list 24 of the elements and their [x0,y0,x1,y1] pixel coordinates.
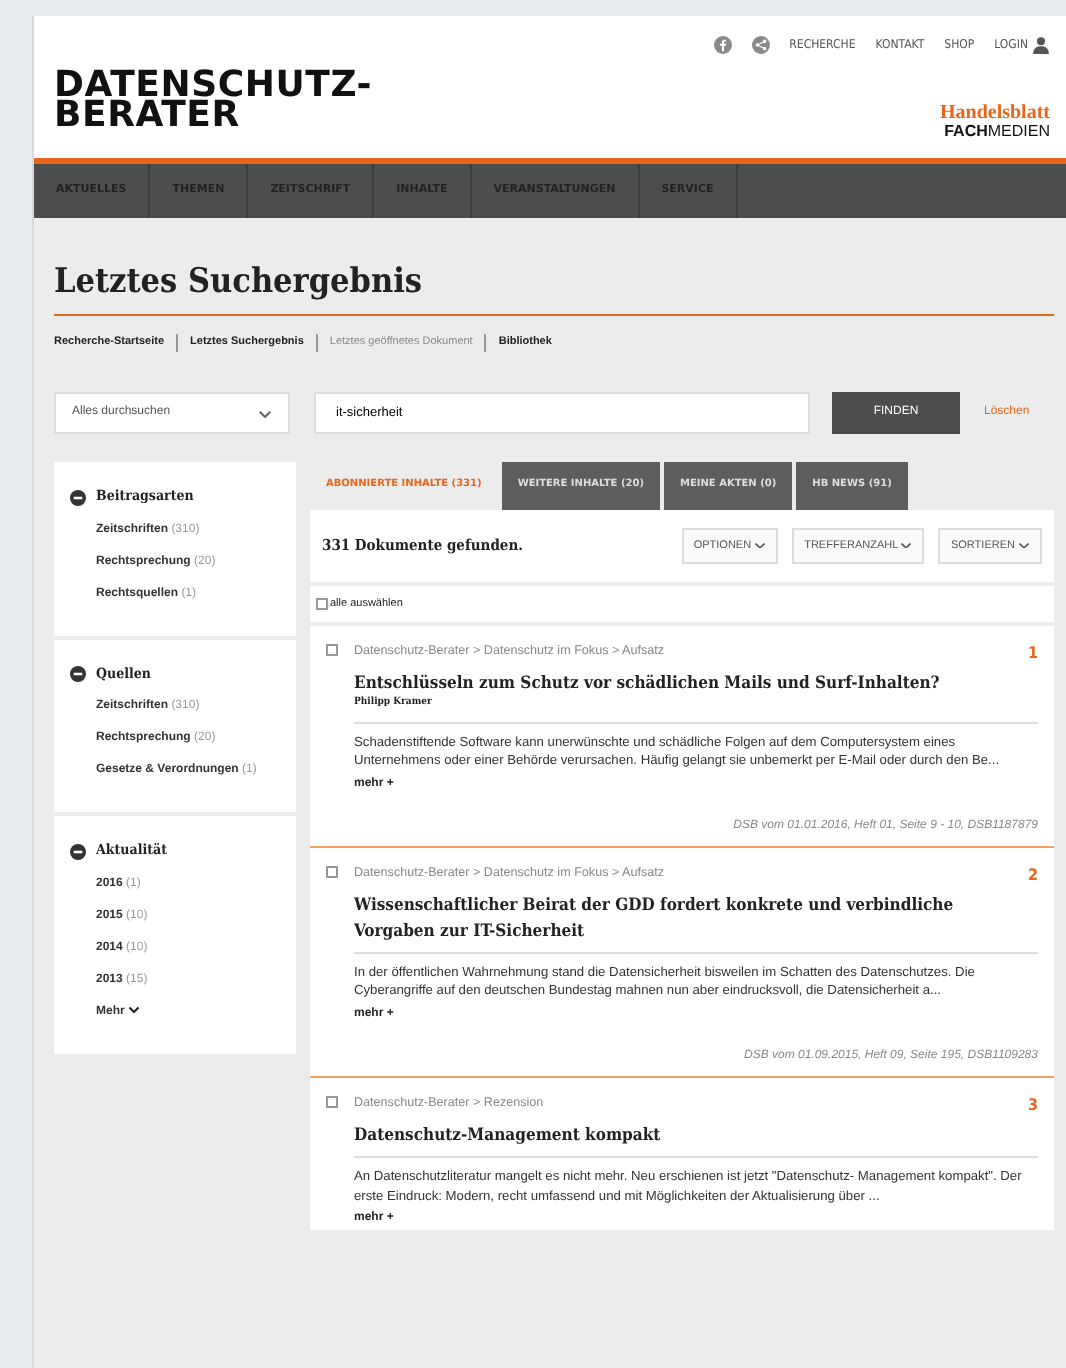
minus-circle-icon[interactable] [70,843,86,860]
chevron-down-icon [128,1006,141,1015]
result-number: 1 [1027,642,1038,667]
chevron-down-icon [1018,541,1030,549]
checkbox[interactable] [316,598,328,611]
checkbox[interactable] [326,866,338,879]
result-title[interactable]: Wissenschaftlicher Beirat der GDD fordert konkrete und verbindliche Vorgaben zur IT-Sicherheit [354,894,1038,946]
result-number: 2 [1027,864,1038,889]
result-title[interactable]: Entschlüsseln zum Schutz vor schädlichen Mails und Surf-Inhalten? [354,672,1038,699]
chevron-down-icon [754,541,767,549]
chevron-down-icon [258,409,272,419]
user-icon [1032,36,1050,54]
publisher-logo[interactable]: Handelsblatt FACHMEDIEN [939,103,1050,140]
result-title[interactable]: Datenschutz-Management kompakt [354,1124,1038,1151]
chevron-down-icon [900,541,913,549]
minus-circle-icon[interactable] [70,666,86,683]
share-icon[interactable] [751,36,770,54]
facebook-icon[interactable] [713,36,732,54]
result-number: 3 [1027,1094,1038,1119]
minus-circle-icon[interactable] [70,489,86,506]
checkbox[interactable] [326,1096,338,1109]
checkbox[interactable] [326,644,338,657]
page-title: Letztes Suchergebnis [54,262,1054,317]
site-logo[interactable]: DATENSCHUTZ- BERATER [54,70,373,132]
